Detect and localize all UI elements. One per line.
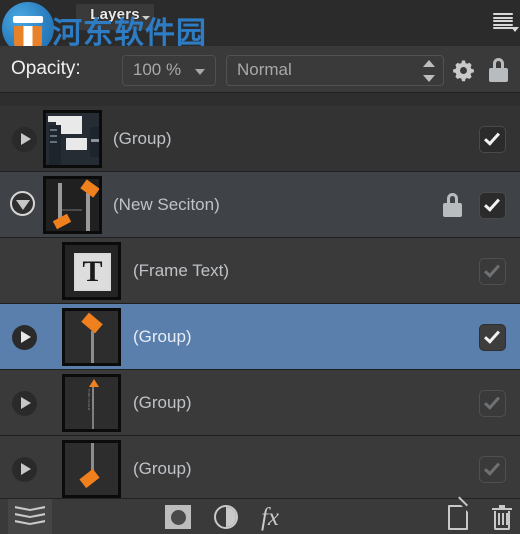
chevron-down-icon[interactable] — [142, 16, 150, 20]
layer-options-bar: Opacity: 100 % Normal — [0, 46, 520, 93]
disclosure-triangle-collapsed-icon[interactable] — [12, 391, 37, 416]
layer-visibility-checkbox[interactable] — [479, 126, 506, 153]
layer-name: (New Seciton) — [113, 195, 220, 214]
layer-thumbnail[interactable]: T — [62, 242, 121, 300]
blend-mode-value: Normal — [237, 60, 292, 79]
disclosure-triangle-collapsed-icon[interactable] — [12, 325, 37, 350]
panel-titlebar: Layers — [0, 0, 520, 46]
layers-panel: Layers 河东软件园 www.pc0359.cn Opacity: 100 … — [0, 0, 520, 534]
layer-visibility-checkbox[interactable] — [479, 258, 506, 285]
add-adjustment-button[interactable] — [208, 499, 244, 534]
stepper-up-icon[interactable] — [423, 60, 435, 67]
layer-thumbnail[interactable]: ARTBOARD PUBLISHER — [62, 374, 121, 432]
table-row[interactable]: (Group) — [0, 304, 520, 370]
layer-name: (Group) — [133, 393, 192, 412]
layer-lock-icon[interactable] — [443, 193, 462, 217]
adjustment-icon — [214, 505, 238, 529]
menu-chevron-down-icon[interactable] — [511, 27, 519, 32]
layer-name: (Group) — [113, 129, 172, 148]
layer-thumbnail[interactable] — [43, 176, 102, 234]
delete-layer-button[interactable] — [484, 499, 520, 534]
layer-name: (Frame Text) — [133, 261, 230, 280]
new-layer-icon — [448, 496, 469, 530]
stepper-down-icon[interactable] — [423, 75, 435, 82]
layers-toolbar: fx — [0, 496, 520, 534]
blend-mode-select[interactable]: Normal — [226, 55, 444, 86]
disclosure-triangle-collapsed-icon[interactable] — [12, 457, 37, 482]
text-frame-icon: T — [74, 253, 111, 291]
table-row[interactable]: (Group) — [0, 106, 520, 172]
table-row[interactable]: ARTBOARD PUBLISHER (Group) — [0, 370, 520, 436]
new-layer-button[interactable] — [440, 496, 476, 534]
disclosure-triangle-collapsed-icon[interactable] — [12, 127, 37, 152]
layer-list[interactable]: (Group) (New Seciton) T (Frame Text) (Gr… — [0, 94, 520, 534]
disclosure-triangle-expanded-icon[interactable] — [10, 191, 35, 216]
table-row[interactable]: T (Frame Text) — [0, 238, 520, 304]
layer-thumbnail[interactable] — [62, 308, 121, 366]
opacity-input[interactable]: 100 % — [122, 55, 216, 86]
chevron-down-icon[interactable] — [195, 69, 205, 75]
layer-stack-icon — [15, 506, 45, 528]
layer-thumbnail[interactable] — [62, 440, 121, 498]
layer-visibility-checkbox[interactable] — [479, 456, 506, 483]
trash-icon — [492, 504, 512, 530]
mask-icon — [165, 505, 191, 529]
layer-name: (Group) — [133, 327, 192, 346]
tab-layers-label: Layers — [90, 6, 140, 23]
opacity-value: 100 % — [132, 60, 182, 79]
layer-visibility-checkbox[interactable] — [479, 324, 506, 351]
table-row[interactable]: (Group) — [0, 436, 520, 502]
lock-icon[interactable] — [489, 58, 508, 82]
layer-effects-button[interactable]: fx — [252, 499, 288, 534]
layer-stack-button[interactable] — [8, 499, 52, 534]
table-row[interactable]: (New Seciton) — [0, 172, 520, 238]
layer-visibility-checkbox[interactable] — [479, 192, 506, 219]
layer-thumbnail[interactable] — [43, 110, 102, 168]
opacity-label: Opacity: — [11, 58, 81, 79]
add-mask-button[interactable] — [160, 499, 196, 534]
fx-icon: fx — [260, 503, 280, 531]
layer-name: (Group) — [133, 459, 192, 478]
layer-visibility-checkbox[interactable] — [479, 390, 506, 417]
gear-icon[interactable] — [452, 59, 475, 82]
blend-mode-stepper[interactable] — [423, 60, 435, 82]
